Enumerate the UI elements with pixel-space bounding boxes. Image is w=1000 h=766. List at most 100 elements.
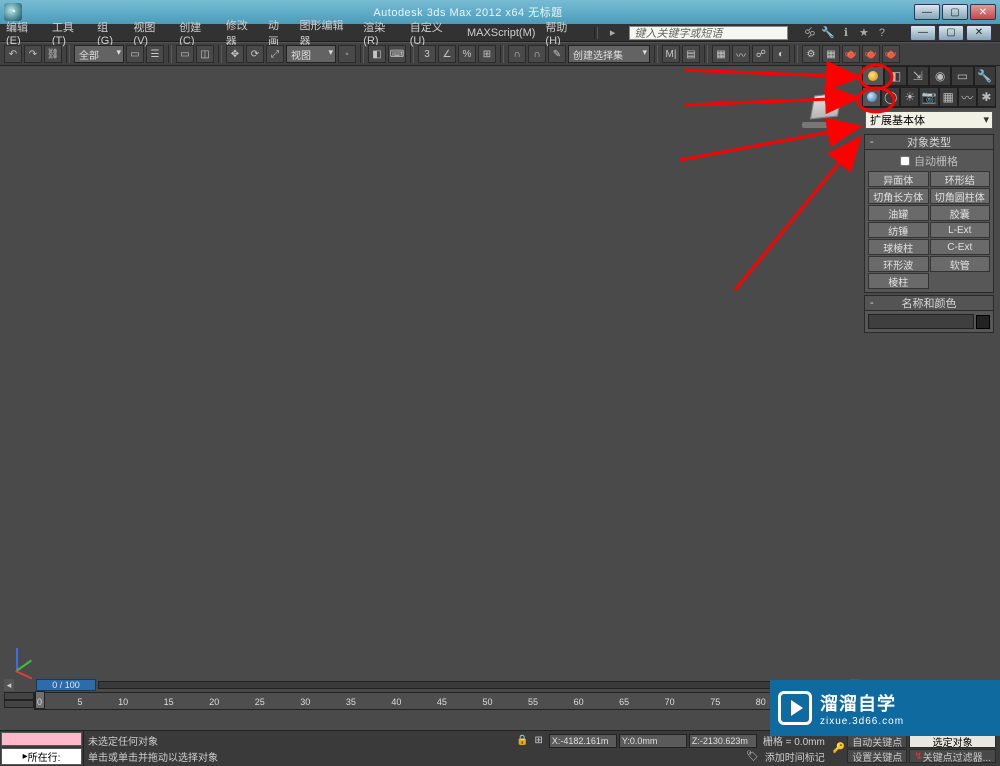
- menu-view[interactable]: 视图(V): [133, 19, 169, 47]
- trackbar-btn2[interactable]: [4, 700, 34, 708]
- coord-z[interactable]: Z:-2130.623m: [689, 734, 757, 748]
- obj-cext[interactable]: C-Ext: [930, 239, 991, 255]
- teapot2-icon[interactable]: 🫖: [862, 45, 880, 63]
- brush-icon[interactable]: ✎: [548, 45, 566, 63]
- geometry-subtab[interactable]: [862, 87, 881, 107]
- obj-gengon[interactable]: 球棱柱: [868, 239, 929, 255]
- selset-field[interactable]: 选定对象: [909, 734, 996, 748]
- hierarchy-tab[interactable]: ⇲: [907, 66, 929, 86]
- display-tab[interactable]: ▭: [951, 66, 973, 86]
- time-badge[interactable]: 0 / 100: [36, 679, 96, 691]
- menu-create[interactable]: 创建(C): [179, 19, 215, 47]
- scale-button[interactable]: ⤢: [266, 45, 284, 63]
- help-star-icon[interactable]: ★: [856, 26, 872, 40]
- systems-subtab[interactable]: ✱: [977, 87, 996, 107]
- obj-prism[interactable]: 棱柱: [868, 273, 929, 289]
- snap-toggle[interactable]: 3: [418, 45, 436, 63]
- magnet2-icon[interactable]: ∩: [528, 45, 546, 63]
- help-binoculars-icon[interactable]: 🝰: [802, 26, 818, 40]
- lock-icon[interactable]: 🔒: [516, 735, 528, 746]
- link-button[interactable]: ⛓: [44, 45, 62, 63]
- menu-grapheditors[interactable]: 图形编辑器: [300, 17, 354, 49]
- manip-button[interactable]: ◧: [368, 45, 386, 63]
- curve-editor-button[interactable]: 〰: [732, 45, 750, 63]
- magnet-icon[interactable]: ∩: [508, 45, 526, 63]
- object-name-input[interactable]: [868, 314, 974, 329]
- menu-edit[interactable]: 编辑(E): [6, 19, 42, 47]
- layers-button[interactable]: ▦: [712, 45, 730, 63]
- mirror-button[interactable]: M|: [662, 45, 680, 63]
- undo-button[interactable]: ↶: [4, 45, 22, 63]
- spacewarps-subtab[interactable]: 〰: [958, 87, 977, 107]
- obj-capsule[interactable]: 胶囊: [930, 205, 991, 221]
- pivot-button[interactable]: ◦: [338, 45, 356, 63]
- menu-help[interactable]: 帮助(H): [545, 19, 581, 47]
- select-name-button[interactable]: ☰: [146, 45, 164, 63]
- help-question-icon[interactable]: ?: [874, 26, 890, 40]
- spinner-snap[interactable]: ⊞: [478, 45, 496, 63]
- autogrid-checkbox[interactable]: [900, 156, 910, 166]
- obj-chamfercyl[interactable]: 切角圆柱体: [930, 188, 991, 204]
- obj-hose[interactable]: 软管: [930, 256, 991, 272]
- window-cross-icon[interactable]: ◫: [196, 45, 214, 63]
- menu-animation[interactable]: 动画: [268, 17, 290, 49]
- obj-ringwave[interactable]: 环形波: [868, 256, 929, 272]
- close-button[interactable]: ✕: [970, 4, 996, 20]
- panel-close-button[interactable]: ✕: [966, 25, 992, 41]
- render-setup-button[interactable]: ⚙: [802, 45, 820, 63]
- named-sel-dropdown[interactable]: 创建选择集: [568, 45, 650, 63]
- schematic-button[interactable]: ☍: [752, 45, 770, 63]
- percent-snap[interactable]: %: [458, 45, 476, 63]
- rotate-button[interactable]: ⟳: [246, 45, 264, 63]
- shapes-subtab[interactable]: ◯: [881, 87, 900, 107]
- obj-torusknot[interactable]: 环形结: [930, 171, 991, 187]
- add-time-tag[interactable]: 添加时间标记: [765, 749, 825, 764]
- select-button[interactable]: ▭: [126, 45, 144, 63]
- rollout-object-type[interactable]: 对象类型: [864, 134, 994, 150]
- help-key-icon[interactable]: ℹ: [838, 26, 854, 40]
- help-wrench-icon[interactable]: 🔧: [820, 26, 836, 40]
- maximize-button[interactable]: ▢: [942, 4, 968, 20]
- geometry-category-dropdown[interactable]: 扩展基本体: [865, 111, 993, 129]
- coord-toggle-icon[interactable]: ⊞: [534, 735, 542, 746]
- material-button[interactable]: ◐: [772, 45, 790, 63]
- trackbar-track[interactable]: 0 5 10 15 20 25 30 35 40 45 50 55 60 65 …: [34, 692, 860, 710]
- lights-subtab[interactable]: ☀: [900, 87, 919, 107]
- modify-tab[interactable]: ◧: [884, 66, 906, 86]
- angle-snap[interactable]: ∠: [438, 45, 456, 63]
- utilities-tab[interactable]: 🔧: [974, 66, 996, 86]
- obj-hedra[interactable]: 异面体: [868, 171, 929, 187]
- coord-y[interactable]: Y:0.0mm: [619, 734, 687, 748]
- keyfilter-button[interactable]: ↯ 关键点过滤器...: [909, 749, 996, 763]
- redo-button[interactable]: ↷: [24, 45, 42, 63]
- object-color-swatch[interactable]: [976, 315, 990, 329]
- coord-x[interactable]: X:-4182.161m: [549, 734, 617, 748]
- key-icon[interactable]: 🔑: [833, 743, 845, 754]
- motion-tab[interactable]: ◉: [929, 66, 951, 86]
- menu-tools[interactable]: 工具(T): [52, 19, 87, 47]
- menu-modifiers[interactable]: 修改器: [226, 17, 258, 49]
- panel-max-button[interactable]: ▢: [938, 25, 964, 41]
- setkey-button[interactable]: 设置关键点: [847, 749, 907, 763]
- viewport[interactable]: [0, 66, 860, 686]
- menu-group[interactable]: 组(G): [97, 19, 123, 47]
- menu-maxscript[interactable]: MAXScript(M): [467, 27, 535, 39]
- obj-chamferbox[interactable]: 切角长方体: [868, 188, 929, 204]
- tag-icon[interactable]: 🏷: [746, 751, 759, 762]
- trackbar-btn1[interactable]: [4, 692, 34, 700]
- obj-spindle[interactable]: 纺锤: [868, 222, 929, 238]
- minimize-button[interactable]: —: [914, 4, 940, 20]
- helpers-subtab[interactable]: ▦: [939, 87, 958, 107]
- obj-lext[interactable]: L-Ext: [930, 222, 991, 238]
- keymode-button[interactable]: ⌨: [388, 45, 406, 63]
- menu-customize[interactable]: 自定义(U): [410, 19, 457, 47]
- autokey-button[interactable]: 自动关键点: [847, 734, 907, 748]
- refcoord-dropdown[interactable]: 视图: [286, 45, 336, 63]
- obj-oiltank[interactable]: 油罐: [868, 205, 929, 221]
- align-button[interactable]: ▤: [682, 45, 700, 63]
- teapot3-icon[interactable]: 🫖: [882, 45, 900, 63]
- panel-min-button[interactable]: —: [910, 25, 936, 41]
- teapot1-icon[interactable]: 🫖: [842, 45, 860, 63]
- rollout-name-color[interactable]: 名称和颜色: [864, 295, 994, 311]
- cameras-subtab[interactable]: 📷: [919, 87, 938, 107]
